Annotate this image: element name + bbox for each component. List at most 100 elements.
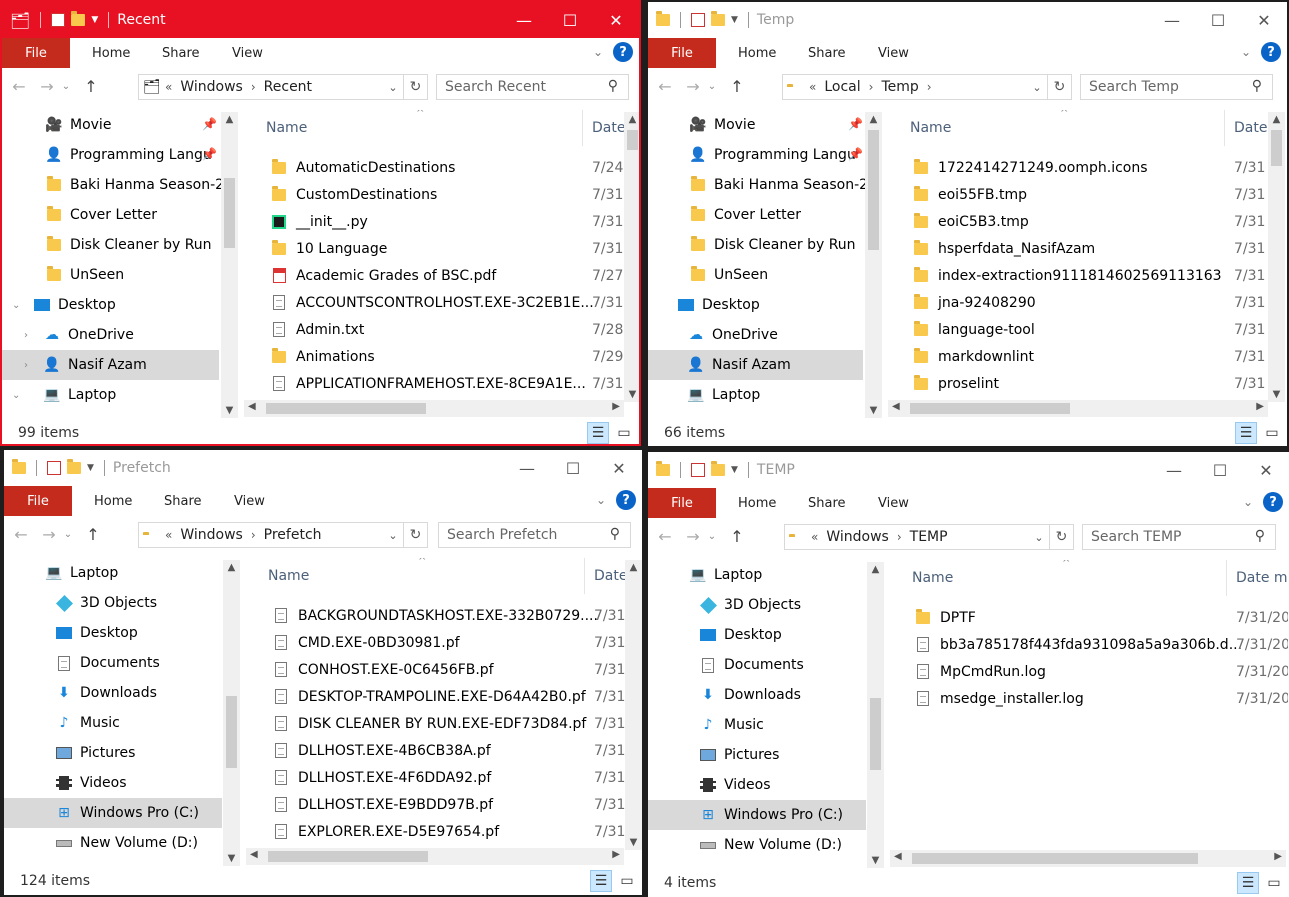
sidebar-item-downloads[interactable]: ⬇ Downloads (4, 678, 240, 708)
back-button[interactable]: ← (10, 525, 32, 544)
sidebar-item-laptop[interactable]: 💻 Laptop (648, 380, 885, 410)
sidebar-item-windows-pro-c[interactable]: ⊞ Windows Pro (C:) (4, 798, 222, 828)
minimize-button[interactable]: — (1151, 452, 1197, 488)
scroll-down-icon[interactable]: ▼ (1268, 389, 1285, 400)
minimize-button[interactable]: — (501, 2, 547, 38)
sidebar-item-pictures[interactable]: Pictures (648, 740, 884, 770)
breadcrumb-item[interactable]: Windows (826, 529, 889, 545)
home-tab[interactable]: Home (70, 46, 140, 61)
view-tab[interactable]: View (856, 496, 926, 511)
file-row[interactable]: EXPLORER.EXE-D5E97654.pf 7/31 (272, 818, 632, 845)
breadcrumb-item[interactable]: Prefetch (264, 527, 322, 543)
scroll-down-icon[interactable]: ▼ (625, 837, 642, 848)
scroll-right-icon[interactable]: ▶ (612, 849, 620, 860)
maximize-button[interactable]: ☐ (550, 450, 596, 486)
file-row[interactable]: MpCmdRun.log 7/31/20 (914, 658, 1288, 685)
maximize-button[interactable]: ☐ (1197, 452, 1243, 488)
refresh-button[interactable]: ↻ (1049, 525, 1073, 549)
sidebar-item-onedrive[interactable]: ☁ OneDrive (648, 320, 885, 350)
home-tab[interactable]: Home (72, 494, 142, 509)
quick-access-item-baki[interactable]: Baki Hanma Season-2 (2, 170, 239, 200)
file-row[interactable]: proselint 7/31 (912, 370, 1272, 397)
title-bar[interactable]: ▼ Temp — ☐ ✕ (648, 2, 1287, 38)
search-input[interactable]: Search Recent ⚲ (436, 74, 629, 100)
file-row[interactable]: msedge_installer.log 7/31/20 (914, 685, 1288, 712)
view-tab[interactable]: View (210, 46, 280, 61)
breadcrumb-separator-icon[interactable]: › (869, 80, 874, 94)
scroll-left-icon[interactable]: ◀ (892, 401, 900, 412)
quick-access-item-cover-letter[interactable]: Cover Letter (2, 200, 239, 230)
help-icon[interactable]: ? (616, 490, 636, 510)
file-row[interactable]: DLLHOST.EXE-E9BDD97B.pf 7/31 (272, 791, 632, 818)
scrollbar-thumb[interactable] (870, 698, 881, 770)
recent-locations-dropdown[interactable]: ⌄ (704, 531, 720, 542)
scrollbar-thumb[interactable] (1271, 130, 1282, 166)
help-icon[interactable]: ? (1263, 492, 1283, 512)
sidebar-item-music[interactable]: ♪ Music (648, 710, 884, 740)
sidebar-item-3d-objects[interactable]: 3D Objects (648, 590, 884, 620)
scroll-up-icon[interactable]: ▲ (223, 562, 240, 573)
file-list-hscrollbar[interactable]: ◀ ▶ (890, 850, 1286, 867)
file-row[interactable]: jna-92408290 7/31 (912, 289, 1272, 316)
search-input[interactable]: Search TEMP ⚲ (1082, 524, 1276, 550)
large-icons-view-icon[interactable]: ▭ (1261, 422, 1283, 444)
sidebar-item-windows-pro-c[interactable]: ⊞ Windows Pro (C:) (648, 800, 866, 830)
up-button[interactable]: ↑ (80, 77, 102, 96)
scroll-right-icon[interactable]: ▶ (1274, 851, 1282, 862)
maximize-button[interactable]: ☐ (1195, 2, 1241, 38)
scroll-down-icon[interactable]: ▼ (867, 855, 884, 866)
scroll-up-icon[interactable]: ▲ (221, 114, 238, 125)
home-tab[interactable]: Home (716, 46, 786, 61)
column-header-name[interactable]: Name ^ (268, 558, 588, 594)
scroll-up-icon[interactable]: ▲ (867, 564, 884, 575)
scroll-right-icon[interactable]: ▶ (1256, 401, 1264, 412)
file-list-hscrollbar[interactable]: ◀ ▶ (888, 400, 1268, 417)
overflow-chevron-icon[interactable]: « (165, 80, 172, 94)
scroll-down-icon[interactable]: ▼ (221, 405, 238, 416)
file-row[interactable]: index-extraction9111814602569113163 7/31 (912, 262, 1272, 289)
column-header-date[interactable]: Date m (1226, 560, 1288, 596)
breadcrumb-item[interactable]: TEMP (910, 529, 948, 545)
share-tab[interactable]: Share (786, 496, 856, 511)
breadcrumb-item[interactable]: Windows (180, 79, 243, 95)
scroll-left-icon[interactable]: ◀ (248, 401, 256, 412)
sidebar-item-downloads[interactable]: ⬇ Downloads (648, 680, 884, 710)
breadcrumb-item[interactable]: Windows (180, 527, 243, 543)
address-dropdown-icon[interactable]: ⌄ (1027, 81, 1047, 94)
sidebar-item-documents[interactable]: Documents (4, 648, 240, 678)
file-list-hscrollbar[interactable]: ◀ ▶ (244, 400, 624, 417)
minimize-button[interactable]: — (504, 450, 550, 486)
quick-access-item-disk-cleaner[interactable]: Disk Cleaner by Run (2, 230, 239, 260)
file-row[interactable]: CustomDestinations 7/31 (270, 181, 630, 208)
new-folder-icon[interactable] (711, 461, 725, 476)
up-button[interactable]: ↑ (726, 527, 748, 546)
sidebar-item-laptop[interactable]: ⌄ 💻 Laptop (2, 380, 239, 410)
sidebar-item-laptop[interactable]: 💻 Laptop (648, 560, 884, 590)
address-dropdown-icon[interactable]: ⌄ (383, 81, 403, 94)
sidebar-item-nasif-azam[interactable]: › 👤 Nasif Azam (2, 350, 219, 380)
up-button[interactable]: ↑ (726, 77, 748, 96)
sidebar-item-documents[interactable]: Documents (648, 650, 884, 680)
scrollbar-thumb[interactable] (226, 696, 237, 768)
file-row[interactable]: 10 Language 7/31 (270, 235, 630, 262)
file-row[interactable]: AutomaticDestinations 7/24 (270, 154, 630, 181)
back-button[interactable]: ← (654, 77, 676, 96)
large-icons-view-icon[interactable]: ▭ (616, 870, 638, 892)
up-button[interactable]: ↑ (82, 525, 104, 544)
properties-icon[interactable] (691, 13, 705, 27)
sidebar-item-desktop[interactable]: Desktop (648, 290, 885, 320)
sidebar-item-videos[interactable]: Videos (4, 768, 240, 798)
breadcrumb-separator-icon[interactable]: › (897, 530, 902, 544)
breadcrumb-separator-icon[interactable]: › (251, 80, 256, 94)
column-header-name[interactable]: Name ^ (266, 110, 586, 146)
scroll-right-icon[interactable]: ▶ (612, 401, 620, 412)
nav-pane-scrollbar[interactable]: ▲ ▼ (221, 112, 238, 418)
breadcrumb-item[interactable]: Temp (881, 79, 918, 95)
details-view-icon[interactable]: ☰ (587, 422, 609, 444)
properties-icon[interactable] (47, 461, 61, 475)
forward-button[interactable]: → (38, 525, 60, 544)
nav-pane-scrollbar[interactable]: ▲ ▼ (867, 562, 884, 868)
collapse-chevron-icon[interactable]: ⌄ (12, 300, 20, 311)
minimize-button[interactable]: — (1149, 2, 1195, 38)
expand-ribbon-icon[interactable]: ⌄ (1243, 495, 1253, 509)
